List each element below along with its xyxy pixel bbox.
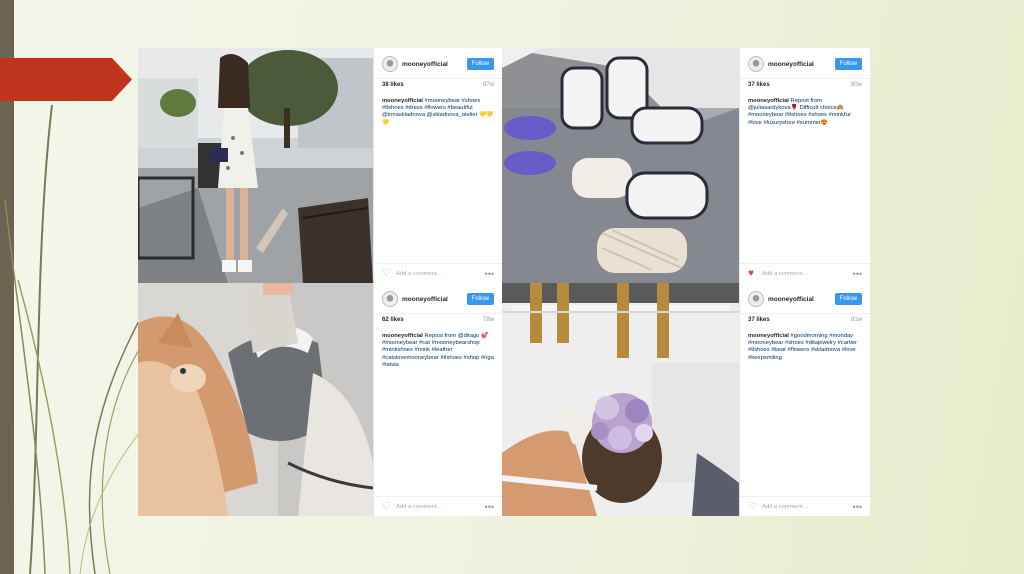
- post-caption: mooneyofficial Repost from @juliasardyko…: [748, 98, 862, 127]
- post-header: mooneyofficial Follow: [748, 289, 862, 309]
- caption-username[interactable]: mooneyofficial: [748, 333, 789, 339]
- likes-count[interactable]: 62 likes: [382, 317, 404, 323]
- post-footer: ♡ Add a comment... •••: [740, 496, 870, 516]
- divider: [374, 313, 502, 314]
- instagram-collage: mooneyofficial Follow 38 likes 87w moone…: [138, 48, 870, 516]
- heart-icon[interactable]: ♡: [382, 501, 392, 512]
- divider: [740, 313, 870, 314]
- username[interactable]: mooneyofficial: [768, 61, 835, 68]
- post-card-2: mooneyofficial Follow 37 likes 80w moone…: [739, 48, 870, 283]
- post-card-4: mooneyofficial Follow 37 likes 81w moone…: [739, 283, 870, 516]
- username[interactable]: mooneyofficial: [768, 296, 835, 303]
- add-comment-input[interactable]: Add a comment...: [762, 504, 853, 510]
- divider: [740, 78, 870, 79]
- avatar[interactable]: [748, 291, 764, 307]
- username[interactable]: mooneyofficial: [402, 61, 467, 68]
- follow-button[interactable]: Follow: [466, 58, 494, 70]
- post-footer: ♡ Add a comment... •••: [374, 263, 502, 283]
- add-comment-input[interactable]: Add a comment...: [396, 271, 485, 277]
- post-card-1: mooneyofficial Follow 38 likes 87w moone…: [373, 48, 502, 283]
- caption-username[interactable]: mooneyofficial: [382, 333, 423, 339]
- post-caption: mooneyofficial Repost from @ditagu 💕 #mo…: [382, 333, 494, 369]
- post-caption: mooneyofficial #mooneybear #shoes #tlsho…: [382, 98, 494, 127]
- heart-icon[interactable]: ♡: [748, 501, 758, 512]
- post-age[interactable]: 87w: [483, 82, 494, 88]
- post-header: mooneyofficial Follow: [382, 54, 494, 74]
- more-options-icon[interactable]: •••: [853, 502, 862, 512]
- username[interactable]: mooneyofficial: [402, 296, 467, 303]
- heart-icon[interactable]: ♡: [382, 268, 392, 279]
- post-photo-flowers[interactable]: [502, 283, 739, 516]
- add-comment-input[interactable]: Add a comment...: [396, 504, 485, 510]
- caption-username[interactable]: mooneyofficial: [748, 98, 789, 104]
- more-options-icon[interactable]: •••: [485, 269, 494, 279]
- follow-button[interactable]: Follow: [834, 293, 862, 305]
- likes-count[interactable]: 38 likes: [382, 82, 404, 88]
- post-photo-cafe[interactable]: [138, 48, 373, 283]
- post-meta: 38 likes 87w: [382, 82, 494, 88]
- avatar[interactable]: [382, 291, 398, 307]
- divider: [374, 78, 502, 79]
- post-header: mooneyofficial Follow: [382, 289, 494, 309]
- likes-count[interactable]: 37 likes: [748, 82, 770, 88]
- post-photo-cat[interactable]: [138, 283, 373, 516]
- post-photo-shoes[interactable]: [502, 48, 739, 283]
- likes-count[interactable]: 37 likes: [748, 317, 770, 323]
- post-card-3: mooneyofficial Follow 62 likes 78w moone…: [373, 283, 502, 516]
- more-options-icon[interactable]: •••: [853, 269, 862, 279]
- post-meta: 37 likes 81w: [748, 317, 862, 323]
- follow-button[interactable]: Follow: [834, 58, 862, 70]
- avatar[interactable]: [748, 56, 764, 72]
- caption-username[interactable]: mooneyofficial: [382, 98, 423, 104]
- arrow-marker: [0, 58, 132, 101]
- follow-button[interactable]: Follow: [466, 293, 494, 305]
- post-header: mooneyofficial Follow: [748, 54, 862, 74]
- heart-icon[interactable]: ♥: [748, 268, 758, 279]
- post-footer: ♡ Add a comment... •••: [374, 496, 502, 516]
- post-age[interactable]: 81w: [851, 317, 862, 323]
- add-comment-input[interactable]: Add a comment...: [762, 271, 853, 277]
- avatar[interactable]: [382, 56, 398, 72]
- post-caption: mooneyofficial #goodmorning #monday #moo…: [748, 333, 862, 362]
- post-age[interactable]: 78w: [483, 317, 494, 323]
- post-footer: ♥ Add a comment... •••: [740, 263, 870, 283]
- post-age[interactable]: 80w: [851, 82, 862, 88]
- post-meta: 37 likes 80w: [748, 82, 862, 88]
- more-options-icon[interactable]: •••: [485, 502, 494, 512]
- post-meta: 62 likes 78w: [382, 317, 494, 323]
